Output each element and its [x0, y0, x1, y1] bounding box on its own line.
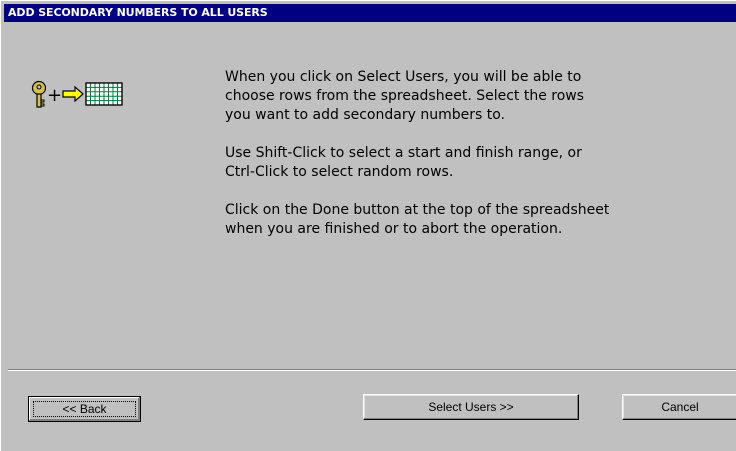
select-users-button[interactable]: Select Users >>: [363, 394, 579, 420]
divider: [8, 369, 736, 371]
window-title: ADD SECONDARY NUMBERS TO ALL USERS: [8, 6, 268, 19]
right-arrow-icon: [62, 85, 84, 103]
illustration: +: [30, 80, 152, 108]
instruction-paragraph-1: When you click on Select Users, you will…: [225, 69, 585, 123]
spreadsheet-grid-icon: [85, 82, 123, 106]
instruction-paragraph-2: Use Shift-Click to select a start and fi…: [225, 145, 582, 180]
select-users-button-label: Select Users >>: [428, 400, 514, 414]
wizard-dialog: ADD SECONDARY NUMBERS TO ALL USERS + Whe…: [0, 0, 736, 451]
instructions-text: When you click on Select Users, you will…: [225, 68, 730, 258]
back-button[interactable]: << Back: [28, 396, 141, 422]
title-bar: ADD SECONDARY NUMBERS TO ALL USERS: [4, 4, 736, 22]
cancel-button[interactable]: Cancel: [622, 394, 736, 420]
plus-sign: +: [47, 85, 62, 106]
key-icon: [31, 80, 47, 108]
instruction-paragraph-3: Click on the Done button at the top of t…: [225, 202, 610, 237]
illustration-svg: +: [31, 80, 123, 108]
back-button-label: << Back: [62, 402, 107, 416]
cancel-button-label: Cancel: [661, 400, 699, 414]
